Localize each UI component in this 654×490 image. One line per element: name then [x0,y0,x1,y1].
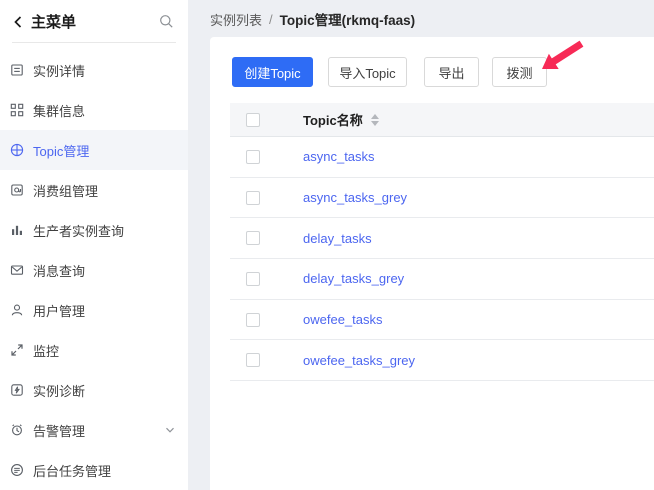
sidebar-divider [12,42,176,43]
sidebar-item-label: 生产者实例查询 [33,223,125,239]
create-topic-button[interactable]: 创建Topic [232,57,313,87]
probe-button[interactable]: 拨测 [492,57,547,87]
sidebar-item-label: 后台任务管理 [33,463,112,479]
sidebar-menu: 实例详情 集群信息 Topic管理 消费组管理 生产者实例查询 消息查询 用户管… [0,50,188,490]
import-topic-button[interactable]: 导入Topic [328,57,407,87]
sidebar-item-cluster-info[interactable]: 集群信息 [0,90,188,130]
content-card: 创建Topic 导入Topic 导出 拨测 Topic名称 async_task… [210,37,654,490]
cluster-info-icon [10,103,24,117]
sidebar-item-user-manage[interactable]: 用户管理 [0,290,188,330]
table-row: async_tasks_grey [230,177,654,219]
sidebar-item-consumer-group[interactable]: 消费组管理 [0,170,188,210]
consumer-group-icon [10,183,24,197]
sidebar-item-instance-detail[interactable]: 实例详情 [0,50,188,90]
instance-detail-icon [10,63,24,77]
breadcrumb-current: Topic管理(rkmq-faas) [279,13,416,28]
topic-link[interactable]: async_tasks_grey [303,190,407,205]
table-header-row: Topic名称 [230,103,654,137]
chevron-down-icon[interactable] [164,424,176,436]
sidebar-header: 主菜单 [0,0,188,32]
topic-table: Topic名称 async_tasks async_tasks_grey del… [230,103,654,382]
search-icon[interactable] [159,14,174,29]
sidebar-item-message-query[interactable]: 消息查询 [0,250,188,290]
sidebar-item-label: 监控 [33,343,60,359]
topic-link[interactable]: owefee_tasks [303,312,383,327]
topic-name-header: Topic名称 [303,113,363,128]
sidebar-item-label: 实例详情 [33,63,86,79]
select-all-checkbox[interactable] [246,112,260,127]
sidebar-item-label: 集群信息 [33,103,86,119]
row-checkbox[interactable] [246,271,260,286]
background-task-icon [10,463,24,477]
sort-icon[interactable] [370,113,379,126]
sidebar-item-background-task[interactable]: 后台任务管理 [0,450,188,490]
back-chevron-icon[interactable] [12,15,24,29]
instance-diagnosis-icon [10,383,24,397]
sidebar-item-label: 消息查询 [33,263,86,279]
message-query-icon [10,263,24,277]
sidebar-item-label: 用户管理 [33,303,86,319]
monitor-icon [10,343,24,357]
row-checkbox[interactable] [246,190,260,205]
sidebar-item-label: 告警管理 [33,423,86,439]
topic-link[interactable]: async_tasks [303,149,375,164]
sidebar-item-label: 实例诊断 [33,383,86,399]
row-checkbox[interactable] [246,231,260,246]
topic-link[interactable]: owefee_tasks_grey [303,353,415,368]
user-manage-icon [10,303,24,317]
row-checkbox[interactable] [246,312,260,327]
sidebar-item-label: Topic管理 [33,143,90,159]
breadcrumb: 实例列表 / Topic管理(rkmq-faas) [210,8,415,30]
alarm-manage-icon [10,423,24,437]
sidebar-item-monitor[interactable]: 监控 [0,330,188,370]
breadcrumb-parent[interactable]: 实例列表 [210,10,262,29]
table-row: async_tasks [230,137,654,178]
sidebar-item-topic-manage[interactable]: Topic管理 [0,130,188,170]
row-checkbox[interactable] [246,149,260,164]
sidebar: 主菜单 实例详情 集群信息 Topic管理 消费组管理 生产者实例查询 消息查询… [0,0,188,490]
producer-query-icon [10,223,24,237]
topic-link[interactable]: delay_tasks_grey [303,271,404,286]
table-row: delay_tasks_grey [230,259,654,300]
sidebar-item-producer-query[interactable]: 生产者实例查询 [0,210,188,250]
table-row: owefee_tasks [230,299,654,341]
table-row: owefee_tasks_grey [230,340,654,382]
row-checkbox[interactable] [246,353,260,368]
sidebar-item-label: 消费组管理 [33,183,99,199]
sidebar-item-instance-diagnosis[interactable]: 实例诊断 [0,370,188,410]
table-row: delay_tasks [230,218,654,260]
toolbar: 创建Topic 导入Topic 导出 拨测 [232,57,547,87]
export-button[interactable]: 导出 [424,57,479,87]
topic-manage-icon [10,143,24,157]
breadcrumb-separator: / [269,11,273,27]
topic-link[interactable]: delay_tasks [303,231,372,246]
sidebar-item-alarm-manage[interactable]: 告警管理 [0,410,188,450]
sidebar-title: 主菜单 [31,14,77,31]
